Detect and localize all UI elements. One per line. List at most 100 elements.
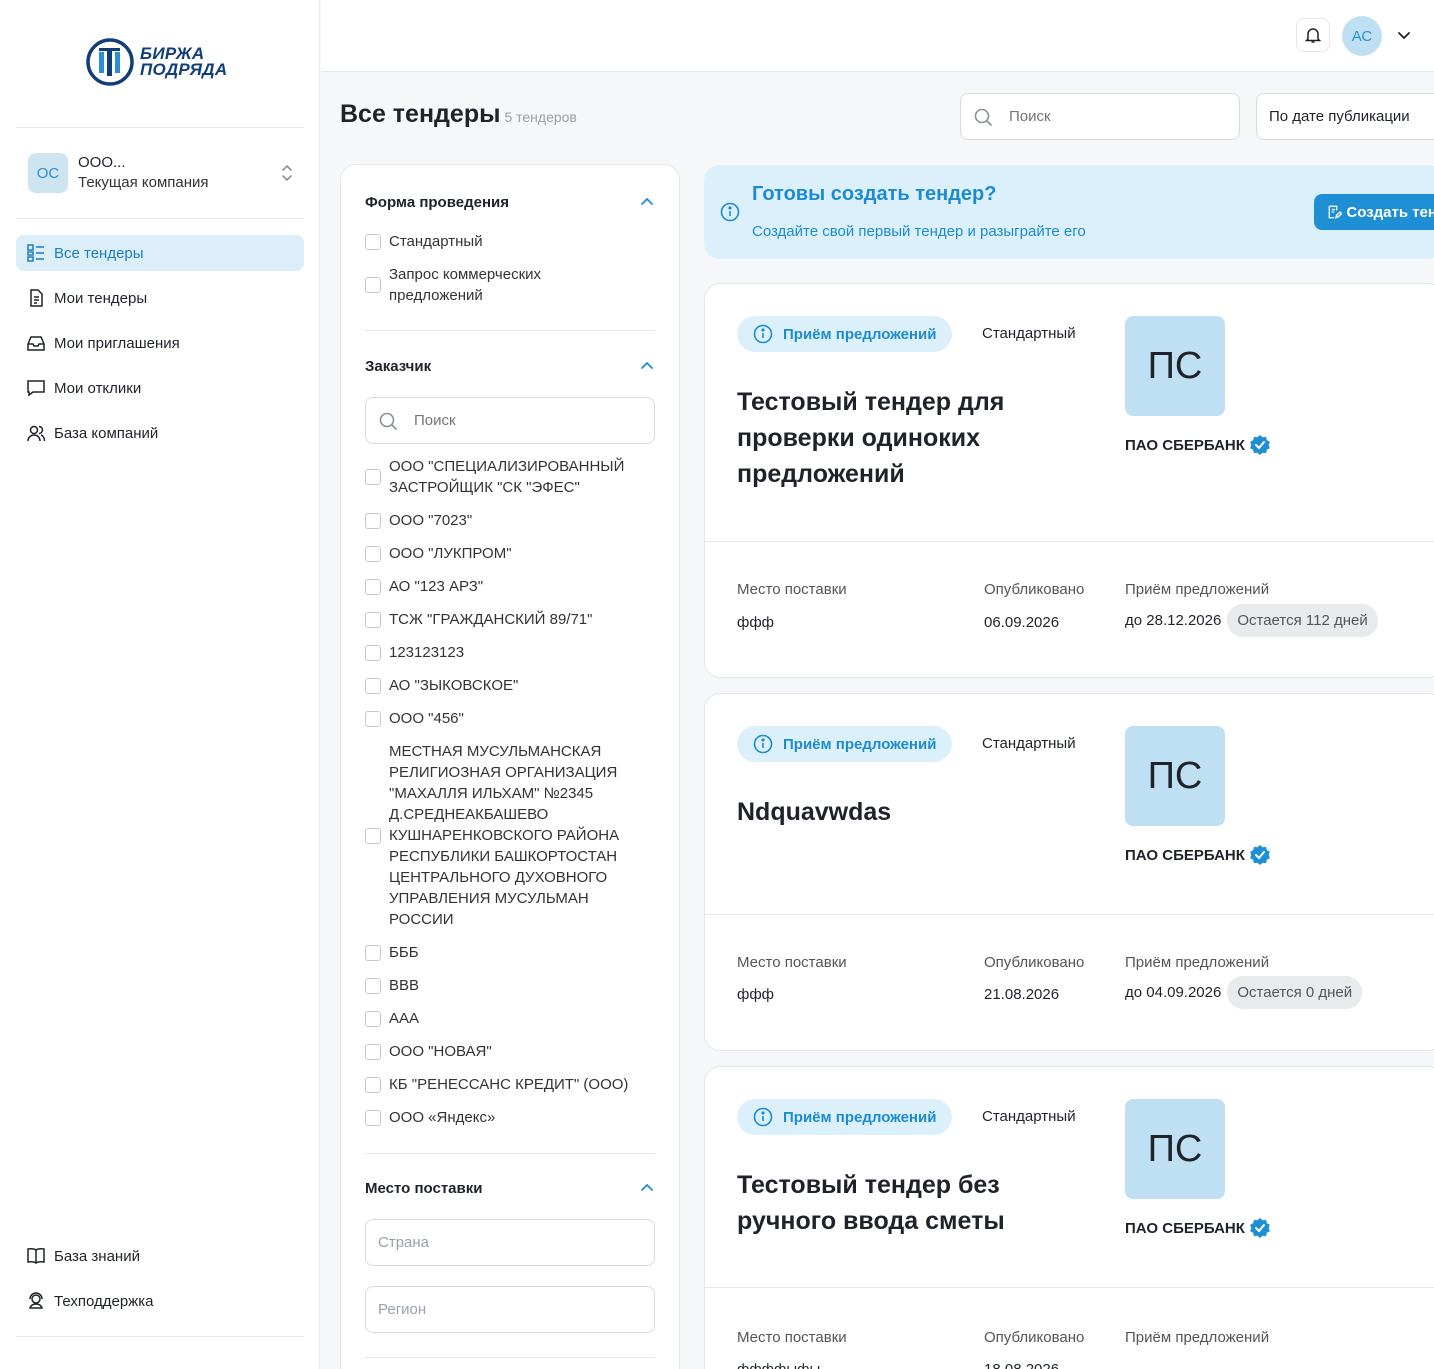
customer-name[interactable]: ПАО СБЕРБАНК — [1125, 434, 1271, 456]
option-label: ООО "ЛУКПРОМ" — [389, 545, 512, 562]
filter-option[interactable]: АО "123 АРЗ" — [365, 576, 655, 597]
chevron-down-icon[interactable] — [1396, 27, 1412, 43]
nav-item-all-tenders[interactable]: Все тендеры — [16, 235, 304, 271]
checkbox[interactable] — [365, 1109, 381, 1126]
checkbox[interactable] — [365, 469, 381, 485]
filter-option[interactable]: КБ "РЕНЕССАНС КРЕДИТ" (ООО) — [365, 1074, 655, 1095]
customer-logo[interactable]: ПС — [1125, 1099, 1225, 1199]
place-value: ффффыфы — [737, 1361, 820, 1369]
customer-search[interactable] — [365, 397, 655, 444]
divider — [16, 218, 304, 219]
country-input[interactable]: Страна — [365, 1219, 655, 1266]
filter-option[interactable]: Стандартный — [365, 231, 655, 252]
option-label: ТСЖ "ГРАЖДАНСКИЙ 89/71" — [389, 611, 593, 628]
filter-form-title: Форма проведения — [365, 193, 509, 211]
filter-option[interactable]: ООО "СПЕЦИАЛИЗИРОВАННЫЙ ЗАСТРОЙЩИК "СК "… — [365, 456, 655, 498]
search-input[interactable] — [1009, 108, 1209, 125]
tender-form: Стандартный — [982, 735, 1076, 752]
checkbox[interactable] — [365, 277, 381, 293]
filter-form-header[interactable]: Форма проведения — [365, 191, 655, 213]
filter-customer-header[interactable]: Заказчик — [365, 355, 655, 377]
nav-item-my-tenders[interactable]: Мои тендеры — [16, 280, 304, 316]
nav-item-support[interactable]: Техподдержка — [16, 1283, 304, 1319]
tender-title[interactable]: Ndquavwdas — [737, 794, 1057, 830]
option-label: Стандартный — [389, 233, 483, 250]
status-label: Приём предложений — [783, 325, 937, 343]
checkbox[interactable] — [365, 1076, 381, 1093]
status-label: Приём предложений — [783, 1108, 937, 1126]
published-date: 18.08.2026 — [984, 1361, 1059, 1369]
filter-customer-title: Заказчик — [365, 357, 432, 375]
filter-option[interactable]: Запрос коммерческих предложений — [365, 264, 655, 306]
checkbox[interactable] — [365, 677, 381, 694]
customer-name-text: ПАО СБЕРБАНК — [1125, 1219, 1245, 1237]
checkbox[interactable] — [365, 545, 381, 562]
tender-title[interactable]: Тестовый тендер без ручного ввода сметы — [737, 1167, 1057, 1239]
nav-item-knowledge-base[interactable]: База знаний — [16, 1238, 304, 1274]
customer-logo[interactable]: ПС — [1125, 316, 1225, 416]
filter-option[interactable]: ВВВ — [365, 975, 655, 996]
search-icon — [379, 412, 397, 430]
tender-title[interactable]: Тестовый тендер для проверки одиноких пр… — [737, 384, 1057, 492]
list-icon — [27, 244, 44, 262]
checkbox[interactable] — [365, 944, 381, 961]
checkbox[interactable] — [365, 977, 381, 994]
filter-option[interactable]: ТСЖ "ГРАЖДАНСКИЙ 89/71" — [365, 609, 655, 630]
filter-option[interactable]: ООО "456" — [365, 708, 655, 729]
published-date: 21.08.2026 — [984, 986, 1060, 1003]
sort-select[interactable]: По дате публикации — [1256, 93, 1434, 140]
nav-label: База знаний — [54, 1247, 140, 1265]
divider — [705, 914, 1434, 915]
filter-option[interactable]: АО "ЗЫКОВСКОЕ" — [365, 675, 655, 696]
accepting-label: Приём предложений — [1125, 1329, 1270, 1346]
deadline-date: до 28.12.2026 — [1125, 612, 1222, 629]
company-name: ООО... — [78, 154, 126, 171]
nav-item-my-responses[interactable]: Мои отклики — [16, 370, 304, 406]
checkbox[interactable] — [365, 233, 381, 250]
published-date: 06.09.2026 — [984, 614, 1060, 631]
logo-line2: ПОДРЯДА — [140, 60, 228, 79]
filter-option[interactable]: МЕСТНАЯ МУСУЛЬМАНСКАЯ РЕЛИГИОЗНАЯ ОРГАНИ… — [365, 741, 655, 930]
option-label: КБ "РЕНЕССАНС КРЕДИТ" (ООО) — [389, 1076, 629, 1093]
checkbox[interactable] — [365, 1043, 381, 1060]
nav-label: Мои приглашения — [54, 334, 180, 352]
divider — [365, 1357, 655, 1358]
filter-option[interactable]: БББ — [365, 942, 655, 963]
status-label: Приём предложений — [783, 735, 937, 753]
tender-form: Стандартный — [982, 325, 1076, 342]
divider — [705, 541, 1434, 542]
checkbox[interactable] — [365, 611, 381, 628]
filter-option[interactable]: ООО "7023" — [365, 510, 655, 531]
tender-card[interactable]: Приём предложений Стандартный Ndquavwdas ПС… — [704, 693, 1434, 1051]
tender-card[interactable]: Приём предложений Стандартный Тестовый тен… — [704, 283, 1434, 678]
notifications-button[interactable] — [1296, 18, 1330, 52]
customer-name[interactable]: ПАО СБЕРБАНК — [1125, 1217, 1271, 1239]
nav-item-my-invitations[interactable]: Мои приглашения — [16, 325, 304, 361]
filter-option[interactable]: ООО "НОВАЯ" — [365, 1041, 655, 1062]
customer-name[interactable]: ПАО СБЕРБАНК — [1125, 844, 1271, 866]
checkbox[interactable] — [365, 644, 381, 661]
customer-search-input[interactable] — [414, 412, 614, 429]
customer-logo[interactable]: ПС — [1125, 726, 1225, 826]
place-value: ффф — [737, 614, 775, 631]
checkbox[interactable] — [365, 827, 381, 844]
tender-card[interactable]: Приём предложений Стандартный Тестовый тен… — [704, 1066, 1434, 1369]
nav-item-companies[interactable]: База компаний — [16, 415, 304, 451]
user-avatar[interactable]: АС — [1342, 16, 1382, 56]
filter-place-header[interactable]: Место поставки — [365, 1177, 655, 1199]
option-label: ААА — [389, 1010, 420, 1027]
filter-option[interactable]: 123123123 — [365, 642, 655, 663]
create-tender-button[interactable]: Создать тендер — [1314, 194, 1434, 230]
tender-search[interactable] — [960, 93, 1240, 140]
filter-option[interactable]: ООО «Яндекс» — [365, 1107, 655, 1128]
filter-option[interactable]: ООО "ЛУКПРОМ" — [365, 543, 655, 564]
checkbox[interactable] — [365, 1010, 381, 1027]
filter-option[interactable]: ААА — [365, 1008, 655, 1029]
checkbox[interactable] — [365, 578, 381, 595]
option-label: 123123123 — [389, 644, 465, 661]
checkbox[interactable] — [365, 710, 381, 727]
region-input[interactable]: Регион — [365, 1286, 655, 1333]
brand-logo[interactable]: БИРЖА ПОДРЯДА — [86, 38, 227, 86]
company-switcher[interactable]: ОС ООО... Текущая компания — [28, 153, 294, 193]
checkbox[interactable] — [365, 512, 381, 529]
